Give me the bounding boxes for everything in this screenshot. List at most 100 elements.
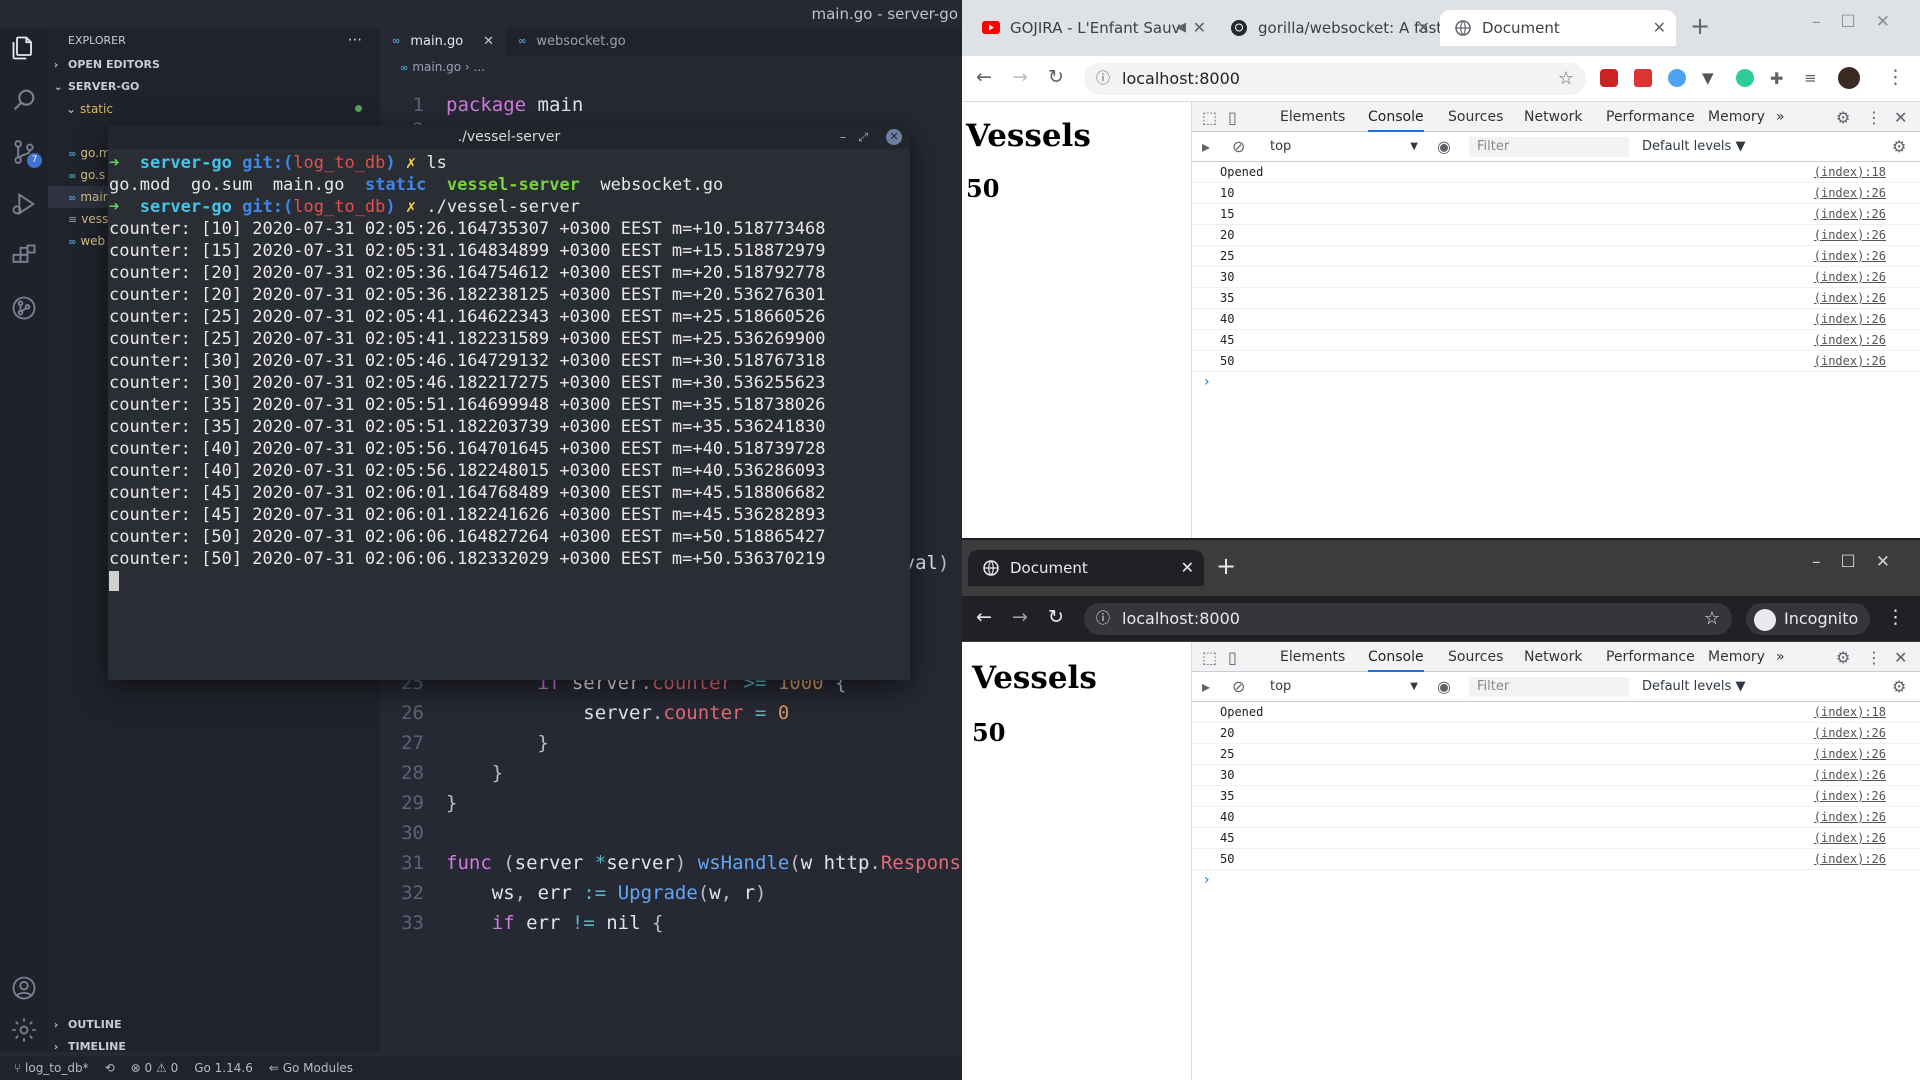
close-icon[interactable]: ✕ bbox=[1193, 10, 1206, 46]
devtools-tab-elements[interactable]: Elements bbox=[1280, 642, 1345, 672]
eye-icon[interactable]: ◉ bbox=[1437, 137, 1451, 156]
code-line[interactable]: 27 } bbox=[380, 728, 962, 758]
address-bar[interactable]: ⓘ localhost:8000 ☆ bbox=[1084, 603, 1732, 635]
new-tab-button[interactable]: + bbox=[1690, 12, 1710, 40]
menu-kebab-icon[interactable]: ⋮ bbox=[1866, 108, 1882, 127]
open-editors-section[interactable]: › OPEN EDITORS bbox=[48, 54, 380, 76]
sync-icon[interactable]: ⟲ bbox=[105, 1056, 115, 1080]
devtools-tab-memory[interactable]: Memory bbox=[1708, 642, 1765, 672]
maximize-icon[interactable]: ⤢ bbox=[858, 125, 868, 149]
incognito-indicator[interactable]: Incognito bbox=[1746, 603, 1871, 635]
more-tabs-icon[interactable]: » bbox=[1776, 642, 1785, 672]
git-graph-icon[interactable] bbox=[8, 292, 40, 324]
browser-tab-github[interactable]: gorilla/websocket: A fast, w ✕ bbox=[1216, 10, 1440, 46]
ublock-icon[interactable] bbox=[1600, 69, 1618, 87]
reload-icon[interactable]: ↻ bbox=[1048, 606, 1064, 628]
extension-icon[interactable] bbox=[1634, 69, 1652, 87]
extensions-puzzle-icon[interactable]: ✚ bbox=[1770, 69, 1788, 88]
sidebar-toggle-icon[interactable]: ▸ bbox=[1202, 137, 1210, 156]
console-source-link[interactable]: (index):26 bbox=[1814, 828, 1886, 849]
problems-status[interactable]: ⊗ 0 ⚠ 0 bbox=[131, 1056, 179, 1080]
close-icon[interactable]: ✕ bbox=[1653, 10, 1666, 46]
console-prompt[interactable]: › bbox=[1192, 870, 1920, 890]
menu-kebab-icon[interactable]: ⋮ bbox=[1886, 606, 1905, 628]
extension-icon[interactable]: ▼ bbox=[1702, 69, 1720, 87]
console-filter-input[interactable]: Filter bbox=[1469, 137, 1629, 157]
code-line[interactable]: 33 if err != nil { bbox=[380, 908, 962, 938]
reload-icon[interactable]: ↻ bbox=[1048, 66, 1064, 88]
clear-console-icon[interactable]: ⊘ bbox=[1232, 137, 1245, 156]
console-source-link[interactable]: (index):26 bbox=[1814, 309, 1886, 330]
search-icon[interactable] bbox=[8, 84, 40, 116]
extensions-icon[interactable] bbox=[8, 240, 40, 272]
code-line[interactable]: 26 server.counter = 0 bbox=[380, 698, 962, 728]
eye-icon[interactable]: ◉ bbox=[1437, 677, 1451, 696]
devtools-tab-sources[interactable]: Sources bbox=[1448, 102, 1503, 132]
menu-kebab-icon[interactable]: ⋮ bbox=[1866, 648, 1882, 667]
browser-tab-document[interactable]: Document ✕ bbox=[968, 550, 1204, 586]
close-icon[interactable]: ✕ bbox=[886, 129, 902, 145]
console-source-link[interactable]: (index):18 bbox=[1814, 702, 1886, 723]
console-source-link[interactable]: (index):26 bbox=[1814, 267, 1886, 288]
devtools-tab-performance[interactable]: Performance bbox=[1606, 102, 1695, 132]
close-icon[interactable]: ✕ bbox=[1417, 10, 1430, 46]
console-prompt[interactable]: › bbox=[1192, 372, 1920, 392]
browser-tab-document[interactable]: Document ✕ bbox=[1440, 10, 1676, 46]
context-select[interactable]: top ▼ bbox=[1270, 137, 1420, 157]
console-source-link[interactable]: (index):26 bbox=[1814, 786, 1886, 807]
console-source-link[interactable]: (index):26 bbox=[1814, 330, 1886, 351]
log-levels-select[interactable]: Default levels ▼ bbox=[1642, 137, 1745, 157]
console-source-link[interactable]: (index):26 bbox=[1814, 246, 1886, 267]
back-icon[interactable]: ← bbox=[976, 606, 992, 628]
bookmark-star-icon[interactable]: ☆ bbox=[1558, 63, 1574, 95]
run-debug-icon[interactable] bbox=[8, 188, 40, 220]
devtools-tab-performance[interactable]: Performance bbox=[1606, 642, 1695, 672]
close-icon[interactable]: ✕ bbox=[1894, 108, 1907, 127]
close-icon[interactable]: ✕ bbox=[1181, 550, 1194, 586]
close-icon[interactable]: ✕ bbox=[483, 28, 494, 56]
project-section[interactable]: ⌄ SERVER-GO bbox=[48, 76, 380, 98]
extension-icon[interactable] bbox=[1736, 69, 1754, 87]
console-source-link[interactable]: (index):26 bbox=[1814, 723, 1886, 744]
console-source-link[interactable]: (index):26 bbox=[1814, 183, 1886, 204]
devtools-tab-elements[interactable]: Elements bbox=[1280, 102, 1345, 132]
console-source-link[interactable]: (index):26 bbox=[1814, 765, 1886, 786]
go-version-status[interactable]: Go 1.14.6 bbox=[194, 1056, 253, 1080]
more-actions-icon[interactable]: ··· bbox=[348, 27, 362, 53]
devtools-tab-network[interactable]: Network bbox=[1524, 102, 1582, 132]
console-settings-icon[interactable]: ⚙ bbox=[1892, 137, 1906, 156]
devtools-tab-memory[interactable]: Memory bbox=[1708, 102, 1765, 132]
console-source-link[interactable]: (index):26 bbox=[1814, 288, 1886, 309]
device-toolbar-icon[interactable]: ▯ bbox=[1228, 648, 1237, 667]
console-source-link[interactable]: (index):26 bbox=[1814, 225, 1886, 246]
outline-section[interactable]: › OUTLINE bbox=[48, 1014, 380, 1036]
console-filter-input[interactable]: Filter bbox=[1469, 677, 1629, 697]
console-source-link[interactable]: (index):18 bbox=[1814, 162, 1886, 183]
sidebar-toggle-icon[interactable]: ▸ bbox=[1202, 677, 1210, 696]
media-queue-icon[interactable]: ≡ bbox=[1804, 69, 1822, 87]
new-tab-button[interactable]: + bbox=[1216, 552, 1236, 580]
forward-icon[interactable]: → bbox=[1012, 606, 1028, 628]
timeline-section[interactable]: › TIMELINE bbox=[48, 1036, 380, 1058]
extension-icon[interactable] bbox=[1668, 69, 1686, 87]
audio-playing-icon[interactable]: ◀︎ bbox=[1176, 10, 1186, 46]
settings-gear-icon[interactable] bbox=[8, 1014, 40, 1046]
log-levels-select[interactable]: Default levels ▼ bbox=[1642, 677, 1745, 697]
tab-main-go[interactable]: ∞ main.go ✕ bbox=[380, 28, 507, 56]
tree-folder-static[interactable]: ⌄ static bbox=[48, 98, 380, 120]
console-source-link[interactable]: (index):26 bbox=[1814, 204, 1886, 225]
window-controls[interactable]: –☐✕ bbox=[1812, 552, 1910, 572]
console-source-link[interactable]: (index):26 bbox=[1814, 807, 1886, 828]
source-control-icon[interactable]: 7 bbox=[8, 136, 42, 168]
browser-tab-youtube[interactable]: GOJIRA - L'Enfant Sauv ◀︎ ✕ bbox=[968, 10, 1216, 46]
more-tabs-icon[interactable]: » bbox=[1776, 102, 1785, 132]
console-source-link[interactable]: (index):26 bbox=[1814, 849, 1886, 870]
inspect-element-icon[interactable]: ⬚ bbox=[1202, 108, 1217, 127]
avatar[interactable] bbox=[1838, 67, 1860, 89]
code-line[interactable]: 30 bbox=[380, 818, 962, 848]
devtools-tab-console[interactable]: Console bbox=[1368, 102, 1424, 132]
window-controls[interactable]: –☐✕ bbox=[1812, 12, 1910, 32]
device-toolbar-icon[interactable]: ▯ bbox=[1228, 108, 1237, 127]
clear-console-icon[interactable]: ⊘ bbox=[1232, 677, 1245, 696]
go-modules-status[interactable]: ⇐ Go Modules bbox=[269, 1056, 353, 1080]
